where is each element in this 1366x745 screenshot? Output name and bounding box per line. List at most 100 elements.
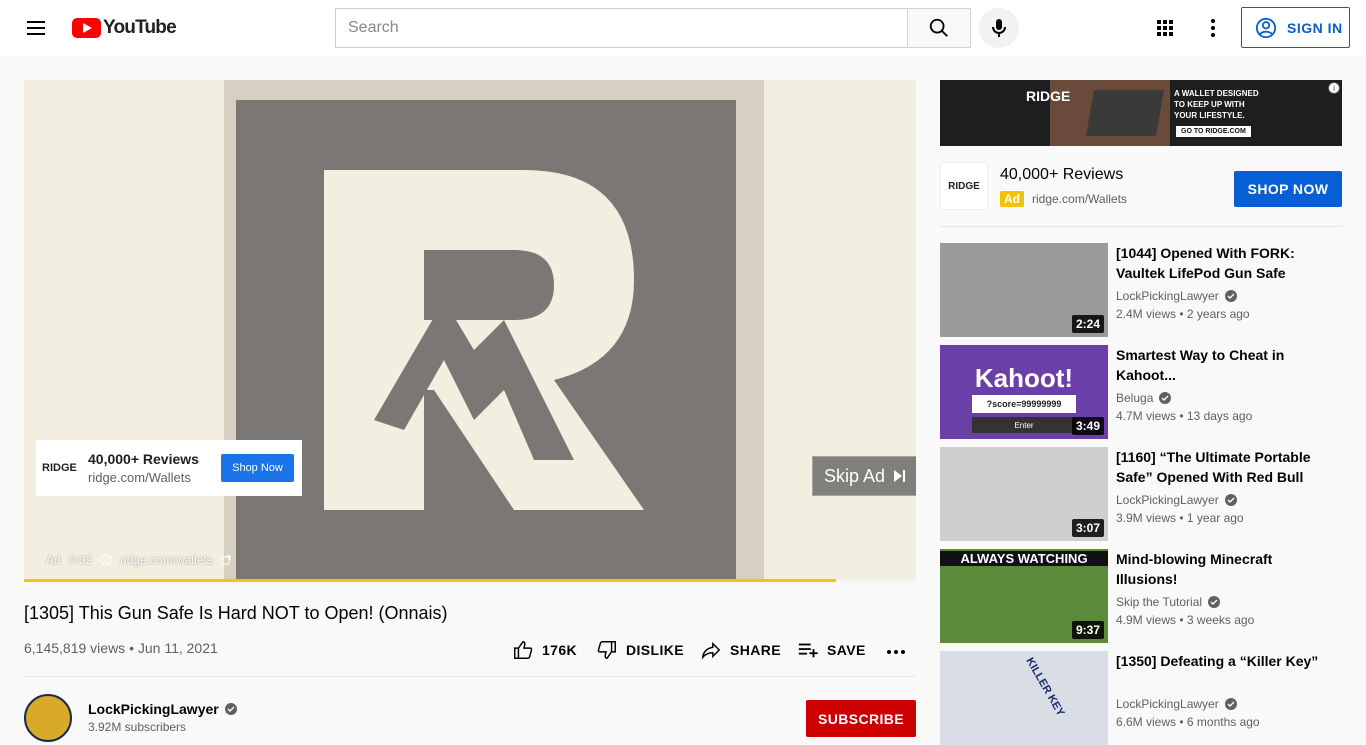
top-bar: YouTube SIGN IN (0, 0, 1366, 56)
video-thumbnail[interactable]: 3:07 (940, 447, 1108, 541)
share-button[interactable]: SHARE (700, 636, 781, 664)
banner-brand: RIDGE (1026, 88, 1071, 104)
skip-ad-button[interactable]: Skip Ad (812, 456, 916, 496)
ad-url-link[interactable]: ridge.com/wallets (120, 553, 213, 567)
thumbnail-text: ALWAYS WATCHING (940, 551, 1108, 566)
overlay-ad-logo: RIDGE (42, 462, 77, 474)
sidebar-divider (940, 226, 1342, 227)
overlay-ad-url: ridge.com/Wallets (88, 470, 191, 485)
more-horiz-icon (887, 650, 905, 654)
menu-icon[interactable] (24, 16, 48, 40)
video-title-link[interactable]: Smartest Way to Cheat in Kahoot... (1116, 345, 1324, 385)
channel-name[interactable]: Skip the Tutorial (1116, 595, 1221, 609)
recommendation-item[interactable]: KILLER KEY [1350] Defeating a “Killer Ke… (940, 651, 1342, 745)
sidebar-ad-title: 40,000+ Reviews (1000, 166, 1124, 183)
subscribe-button[interactable]: SUBSCRIBE (806, 700, 916, 737)
video-duration: 3:07 (1071, 519, 1104, 537)
external-link-icon (221, 555, 231, 565)
ad-progress-bar[interactable] (24, 579, 916, 582)
video-meta: 2.4M views • 2 years ago (1116, 307, 1250, 321)
video-title-link[interactable]: [1044] Opened With FORK: Vaultek LifePod… (1116, 243, 1324, 283)
like-button[interactable]: 176K (512, 636, 577, 664)
sidebar-ad-row[interactable]: RIDGE 40,000+ Reviews Ad ridge.com/Walle… (940, 162, 1342, 210)
search-icon (929, 18, 948, 37)
video-duration: 9:37 (1071, 621, 1104, 639)
youtube-logo[interactable]: YouTube (72, 17, 177, 38)
microphone-icon (992, 19, 1006, 37)
skip-ad-label: Skip Ad (824, 465, 886, 486)
thumbnail-text: KILLER KEY (1023, 655, 1067, 719)
sidebar-ad-banner[interactable]: RIDGE A WALLET DESIGNED TO KEEP UP WITH … (940, 80, 1342, 146)
dislike-label: DISLIKE (626, 642, 685, 658)
channel-name-text: Skip the Tutorial (1116, 595, 1203, 609)
channel-name[interactable]: Beluga (1116, 391, 1172, 405)
recommendation-item[interactable]: 2:24 [1044] Opened With FORK: Vaultek Li… (940, 243, 1342, 337)
channel-avatar[interactable] (24, 694, 72, 742)
channel-name[interactable]: LockPickingLawyer (1116, 697, 1237, 711)
verified-icon (1159, 392, 1172, 404)
sidebar-ad-logo: RIDGE (940, 162, 988, 210)
ad-choices-icon[interactable]: i (1328, 82, 1340, 94)
channel-name-text: Beluga (1116, 391, 1154, 405)
channel-name-text: LockPickingLawyer (1116, 289, 1219, 303)
more-vert-icon (1211, 19, 1215, 37)
skip-next-icon (894, 470, 906, 482)
thumbs-down-icon (597, 641, 616, 659)
video-thumbnail[interactable]: ALWAYS WATCHING 9:37 (940, 549, 1108, 643)
recommendation-item[interactable]: Kahoot! ?score=99999999 Enter 3:49 Smartest… (940, 345, 1342, 439)
video-thumbnail[interactable]: 2:24 (940, 243, 1108, 337)
channel-subscribers: 3.92M subscribers (88, 720, 187, 734)
channel-name[interactable]: LockPickingLawyer (1116, 289, 1237, 303)
more-actions-button[interactable] (884, 636, 908, 664)
info-divider (24, 676, 916, 677)
video-meta: 4.7M views • 13 days ago (1116, 409, 1253, 423)
video-title-link[interactable]: [1350] Defeating a “Killer Key” (1116, 651, 1324, 671)
save-label: SAVE (827, 642, 866, 658)
banner-wallet-image (1085, 90, 1165, 136)
account-icon (1255, 17, 1277, 38)
thumbs-up-icon (514, 641, 533, 659)
search-bar (335, 8, 971, 48)
sign-in-label: SIGN IN (1287, 19, 1343, 36)
channel-name[interactable]: LockPickingLawyer (1116, 493, 1237, 507)
video-duration: 2:24 (1071, 315, 1104, 333)
apps-button[interactable] (1153, 16, 1177, 40)
shop-now-button[interactable]: SHOP NOW (1234, 171, 1342, 207)
video-player[interactable]: RIDGE 40,000+ Reviews ridge.com/Wallets … (24, 80, 916, 582)
overlay-ad[interactable]: RIDGE 40,000+ Reviews ridge.com/Wallets … (36, 440, 302, 496)
search-input[interactable] (335, 8, 907, 48)
channel-name-text: LockPickingLawyer (1116, 697, 1219, 711)
youtube-logo-text: YouTube (103, 17, 177, 38)
search-button[interactable] (907, 8, 971, 48)
sidebar-ad-url: ridge.com/Wallets (1032, 192, 1127, 206)
overlay-shop-now-button[interactable]: Shop Now (221, 454, 294, 482)
dislike-button[interactable]: DISLIKE (596, 636, 684, 664)
sign-in-button[interactable]: SIGN IN (1241, 7, 1350, 48)
thumbnail-button: Enter (972, 417, 1076, 433)
info-icon[interactable] (100, 554, 112, 566)
video-meta: 6.6M views • 6 months ago (1116, 715, 1260, 729)
video-meta: 3.9M views • 1 year ago (1116, 511, 1244, 525)
verified-icon (1224, 698, 1237, 710)
video-title: [1305] This Gun Safe Is Hard NOT to Open… (24, 603, 448, 623)
settings-more-button[interactable] (1201, 16, 1225, 40)
save-button[interactable]: SAVE (797, 636, 866, 664)
video-thumbnail[interactable]: Kahoot! ?score=99999999 Enter 3:49 (940, 345, 1108, 439)
video-title-link[interactable]: [1160] “The Ultimate Portable Safe” Open… (1116, 447, 1324, 487)
video-title-link[interactable]: Mind-blowing Minecraft Illusions! (1116, 549, 1324, 589)
playlist-add-icon (798, 643, 818, 658)
apps-grid-icon (1157, 20, 1173, 36)
channel-name[interactable]: LockPickingLawyer (88, 701, 237, 717)
sidebar-ad-meta: Ad ridge.com/Wallets (1000, 191, 1127, 207)
verified-icon (1224, 290, 1237, 302)
verified-icon (224, 703, 237, 715)
verified-icon (1224, 494, 1237, 506)
recommendation-item[interactable]: ALWAYS WATCHING 9:37 Mind-blowing Minecra… (940, 549, 1342, 643)
thumbnail-text: Kahoot! (974, 363, 1074, 393)
video-thumbnail[interactable]: KILLER KEY (940, 651, 1108, 745)
voice-search-button[interactable] (979, 8, 1019, 48)
ridge-logo-graphic (324, 170, 644, 510)
channel-name-text: LockPickingLawyer (1116, 493, 1219, 507)
recommendation-item[interactable]: 3:07 [1160] “The Ultimate Portable Safe”… (940, 447, 1342, 541)
ad-info: Ad 0:02 ridge.com/wallets (46, 553, 231, 567)
